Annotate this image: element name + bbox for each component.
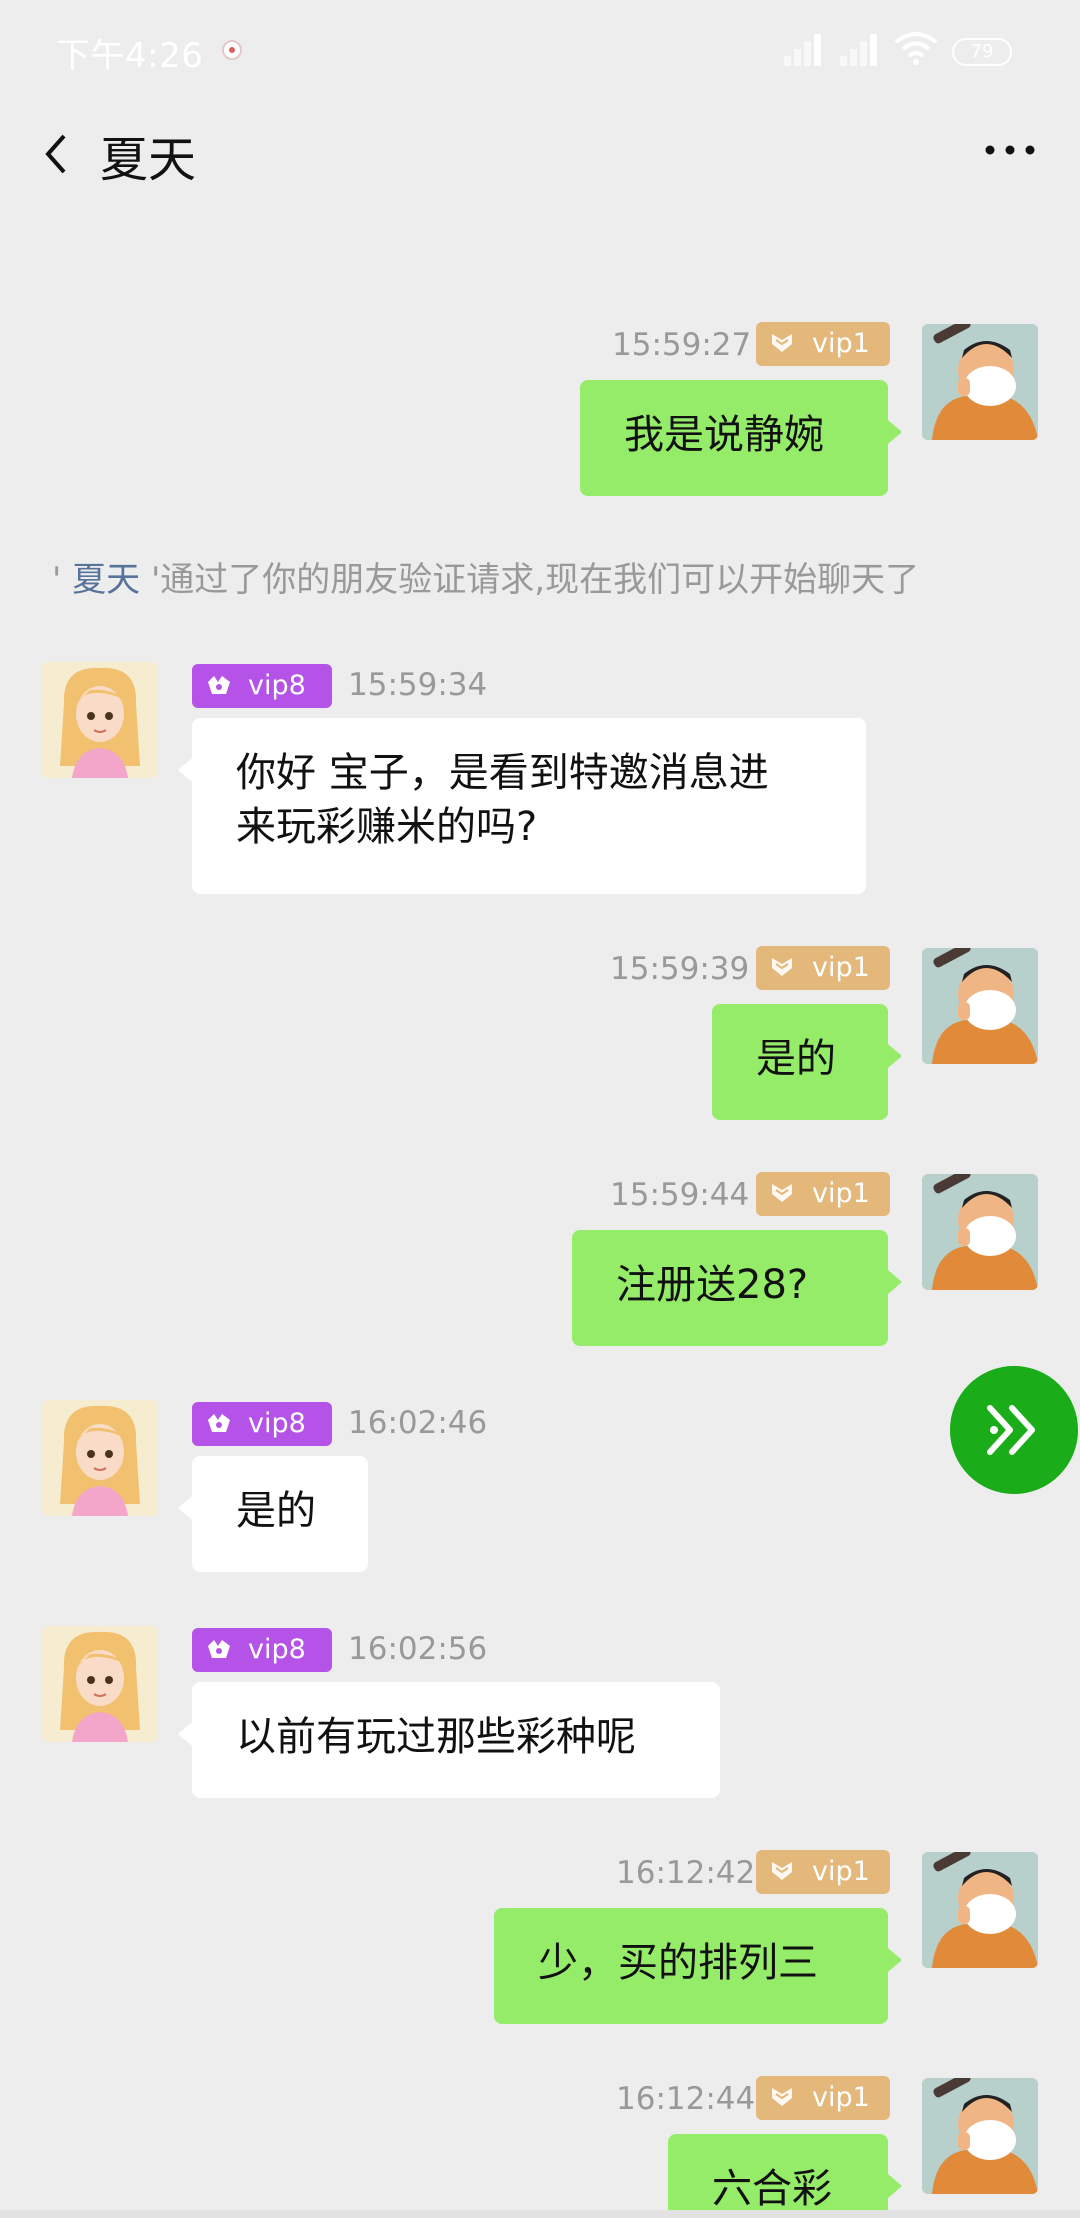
- vip-label: vip1: [812, 328, 870, 359]
- message-timestamp: 15:59:34: [348, 667, 488, 703]
- vip-badge: vip1: [756, 2076, 890, 2120]
- vip-label: vip8: [248, 670, 306, 701]
- vip-label: vip8: [248, 1408, 306, 1439]
- vip-chevron-icon: [771, 1183, 793, 1203]
- vip-label: vip1: [812, 2082, 870, 2113]
- vip-badge: vip1: [756, 946, 890, 990]
- back-button[interactable]: [36, 124, 76, 184]
- signal-icon-2: [840, 30, 884, 66]
- message-bubble[interactable]: 六合彩: [668, 2134, 902, 2218]
- vip-crown-icon: [208, 676, 230, 694]
- vip-chevron-icon: [771, 1861, 793, 1881]
- my-avatar[interactable]: [922, 1174, 1038, 1290]
- vip-crown-icon: [208, 1640, 230, 1658]
- vip-badge: vip1: [756, 1850, 890, 1894]
- status-time: 下午4:26: [56, 36, 204, 76]
- status-bar: 下午4:26 79: [0, 0, 1080, 100]
- vip-badge: vip8: [192, 1628, 332, 1672]
- message-bubble[interactable]: 你好 宝子，是看到特邀消息进 来玩彩赚米的吗?: [178, 718, 866, 894]
- contact-avatar[interactable]: [42, 662, 158, 778]
- chat-title: 夏天: [100, 132, 197, 188]
- vip-crown-icon: [208, 1414, 230, 1432]
- vip-badge: vip1: [756, 1172, 890, 1216]
- vip-label: vip1: [812, 1178, 870, 1209]
- message-timestamp: 15:59:27: [612, 327, 752, 363]
- system-message: ' 夏天 '通过了你的朋友验证请求,现在我们可以开始聊天了: [52, 560, 920, 600]
- more-options-button[interactable]: [980, 130, 1040, 170]
- message-timestamp: 16:12:42: [616, 1855, 756, 1891]
- double-chevron-right-icon[interactable]: [950, 1366, 1078, 1494]
- message-bubble[interactable]: 我是说静婉: [580, 380, 902, 496]
- my-avatar[interactable]: [922, 2078, 1038, 2194]
- vip-badge: vip8: [192, 664, 332, 708]
- vip-chevron-icon: [771, 2087, 793, 2107]
- chat-header: 夏天: [0, 100, 1080, 210]
- vip-badge: vip1: [756, 322, 890, 366]
- message-timestamp: 15:59:44: [610, 1177, 750, 1213]
- friend-name-link[interactable]: 夏天: [72, 560, 140, 600]
- message-bubble[interactable]: 少，买的排列三: [494, 1908, 902, 2024]
- vip-label: vip1: [812, 1856, 870, 1887]
- message-bubble[interactable]: 以前有玩过那些彩种呢: [178, 1682, 720, 1798]
- wifi-icon: [894, 32, 938, 65]
- vip-label: vip1: [812, 952, 870, 983]
- signal-icon: [784, 30, 828, 66]
- bottom-divider: [0, 2210, 1080, 2218]
- message-bubble[interactable]: 是的: [178, 1456, 368, 1572]
- contact-avatar[interactable]: [42, 1400, 158, 1516]
- message-timestamp: 16:02:56: [348, 1631, 488, 1667]
- message-timestamp: 15:59:39: [610, 951, 750, 987]
- vip-label: vip8: [248, 1634, 306, 1665]
- message-timestamp: 16:12:44: [616, 2081, 756, 2117]
- my-avatar[interactable]: [922, 948, 1038, 1064]
- vip-badge: vip8: [192, 1402, 332, 1446]
- my-avatar[interactable]: [922, 1852, 1038, 1968]
- notification-icon: [222, 40, 242, 60]
- vip-chevron-icon: [771, 333, 793, 353]
- message-bubble[interactable]: 是的: [712, 1004, 902, 1120]
- my-avatar[interactable]: [922, 324, 1038, 440]
- message-bubble[interactable]: 注册送28?: [572, 1230, 902, 1346]
- vip-chevron-icon: [771, 957, 793, 977]
- message-timestamp: 16:02:46: [348, 1405, 488, 1441]
- battery-icon: 79: [952, 38, 1012, 66]
- contact-avatar[interactable]: [42, 1626, 158, 1742]
